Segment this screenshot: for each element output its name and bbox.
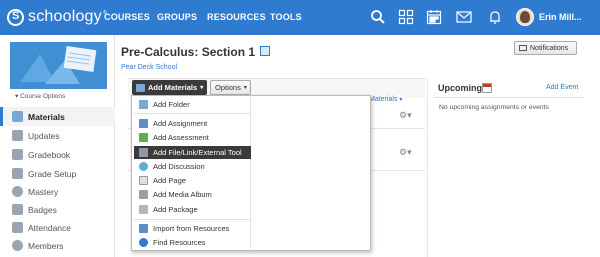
menu-item-add-file-link[interactable]: Add File/Link/External Tool — [134, 146, 251, 159]
menu-divider — [134, 219, 251, 220]
course-info-icon[interactable] — [260, 46, 270, 56]
gear-icon[interactable]: ⚙▾ — [399, 110, 412, 121]
notifications-icon[interactable] — [487, 9, 503, 25]
upcoming-empty-text: No upcoming assignments or events — [439, 104, 549, 111]
sidebar-item-label: Members — [28, 240, 64, 251]
caret-down-icon: ▾ — [200, 85, 204, 91]
avatar[interactable] — [516, 8, 534, 26]
add-event-link[interactable]: Add Event — [546, 84, 578, 91]
folder-icon — [139, 100, 148, 109]
caret-down-icon: ▾ — [399, 97, 403, 103]
sidebar-item-gradebook[interactable]: Gradebook — [0, 145, 115, 164]
menu-item-label: Add Media Album — [153, 190, 212, 199]
nav-resources[interactable]: RESOURCES — [207, 12, 266, 22]
menu-item-add-media-album[interactable]: Add Media Album — [134, 188, 251, 201]
school-link[interactable]: Pear Deck School — [121, 64, 177, 71]
course-options-label: Course Options — [20, 93, 66, 100]
menu-item-label: Add Assessment — [153, 133, 209, 142]
add-materials-label: Add Materials — [148, 83, 198, 92]
sidebar-item-grade-setup[interactable]: Grade Setup — [0, 164, 115, 183]
menu-item-add-folder[interactable]: Add Folder — [134, 98, 251, 111]
menu-item-label: Add Assignment — [153, 119, 208, 128]
menu-item-add-package[interactable]: Add Package — [134, 203, 251, 216]
notifications-label: Notifications — [530, 44, 569, 52]
upcoming-divider — [434, 97, 584, 98]
calendar-icon[interactable] — [426, 9, 442, 25]
menu-item-label: Add Discussion — [153, 162, 205, 171]
sidebar-item-label: Attendance — [28, 222, 72, 233]
brand-name: schoology — [28, 8, 102, 25]
user-name[interactable]: Erin Mill... — [539, 12, 582, 22]
menu-item-import-from-resources[interactable]: Import from Resources — [134, 222, 251, 235]
sidebar-item-mastery[interactable]: Mastery — [0, 182, 115, 201]
notifications-button[interactable]: Notifications — [514, 41, 577, 55]
menu-item-add-assessment[interactable]: Add Assessment — [134, 131, 251, 144]
mastery-icon — [12, 186, 23, 197]
sidebar-item-label: Grade Setup — [28, 168, 77, 179]
mail-icon[interactable] — [456, 9, 472, 25]
discussion-icon — [139, 162, 148, 171]
sidebar-item-members[interactable]: Members — [0, 236, 115, 255]
nav-courses[interactable]: COURSES — [104, 12, 150, 22]
menu-item-label: Add File/Link/External Tool — [153, 148, 242, 157]
menu-item-add-page[interactable]: Add Page — [134, 174, 251, 187]
sidebar-item-updates[interactable]: Updates — [0, 126, 115, 145]
add-materials-button[interactable]: Add Materials ▾ — [132, 80, 207, 95]
menu-item-add-discussion[interactable]: Add Discussion — [134, 160, 251, 173]
updates-icon — [12, 130, 23, 141]
page-title: Pre-Calculus: Section 1 — [121, 45, 256, 59]
upcoming-title: Upcoming — [438, 83, 482, 93]
nav-tools[interactable]: TOOLS — [270, 12, 302, 22]
media-album-icon — [139, 190, 148, 199]
menu-item-label: Add Folder — [153, 100, 190, 109]
options-label: Options — [215, 83, 241, 92]
assessment-icon — [139, 133, 148, 142]
materials-filter-link[interactable]: Materials ▾ — [369, 96, 402, 103]
envelope-icon — [519, 45, 527, 51]
course-options-toggle[interactable]: ▾ Course Options — [15, 92, 65, 100]
menu-item-find-resources[interactable]: Find Resources — [134, 236, 251, 249]
file-link-icon — [139, 148, 148, 157]
grade-setup-icon — [12, 168, 23, 179]
schoology-logo[interactable]: schoology ® — [7, 8, 107, 26]
sidebar-item-badges[interactable]: Badges — [0, 200, 115, 219]
members-icon — [12, 240, 23, 251]
gear-icon[interactable]: ⚙▾ — [399, 147, 412, 158]
menu-divider — [134, 113, 251, 114]
sidebar-item-materials[interactable]: Materials — [0, 107, 115, 126]
apps-grid-icon[interactable] — [398, 9, 414, 25]
sidebar-item-label: Badges — [28, 204, 57, 215]
calendar-icon[interactable] — [482, 83, 492, 93]
sidebar-item-attendance[interactable]: Attendance — [0, 218, 115, 237]
nav-groups[interactable]: GROUPS — [157, 12, 197, 22]
search-icon[interactable] — [370, 9, 386, 25]
find-resources-icon — [139, 238, 148, 247]
menu-item-label: Add Package — [153, 205, 198, 214]
sidebar-item-label: Materials — [28, 111, 65, 122]
schoology-logo-icon — [7, 8, 24, 26]
attendance-icon — [12, 222, 23, 233]
package-icon — [139, 205, 148, 214]
top-nav: schoology ® COURSES GROUPS RESOURCES TOO… — [0, 0, 600, 35]
materials-filter-label: Materials — [369, 96, 398, 103]
materials-icon — [12, 111, 23, 122]
caret-down-icon: ▾ — [243, 85, 247, 91]
column-divider — [427, 78, 428, 257]
course-image — [10, 42, 107, 89]
menu-item-label: Find Resources — [153, 238, 206, 247]
import-icon — [139, 224, 148, 233]
menu-item-add-assignment[interactable]: Add Assignment — [134, 117, 251, 130]
add-materials-icon — [136, 83, 145, 92]
sidebar-item-label: Gradebook — [28, 149, 71, 160]
menu-item-label: Import from Resources — [153, 224, 230, 233]
badges-icon — [12, 204, 23, 215]
sidebar-item-label: Mastery — [28, 186, 59, 197]
page-icon — [139, 176, 148, 185]
options-button[interactable]: Options ▾ — [210, 80, 251, 95]
sidebar-item-label: Updates — [28, 130, 60, 141]
menu-item-label: Add Page — [153, 176, 186, 185]
assignment-icon — [139, 119, 148, 128]
gradebook-icon — [12, 149, 23, 160]
